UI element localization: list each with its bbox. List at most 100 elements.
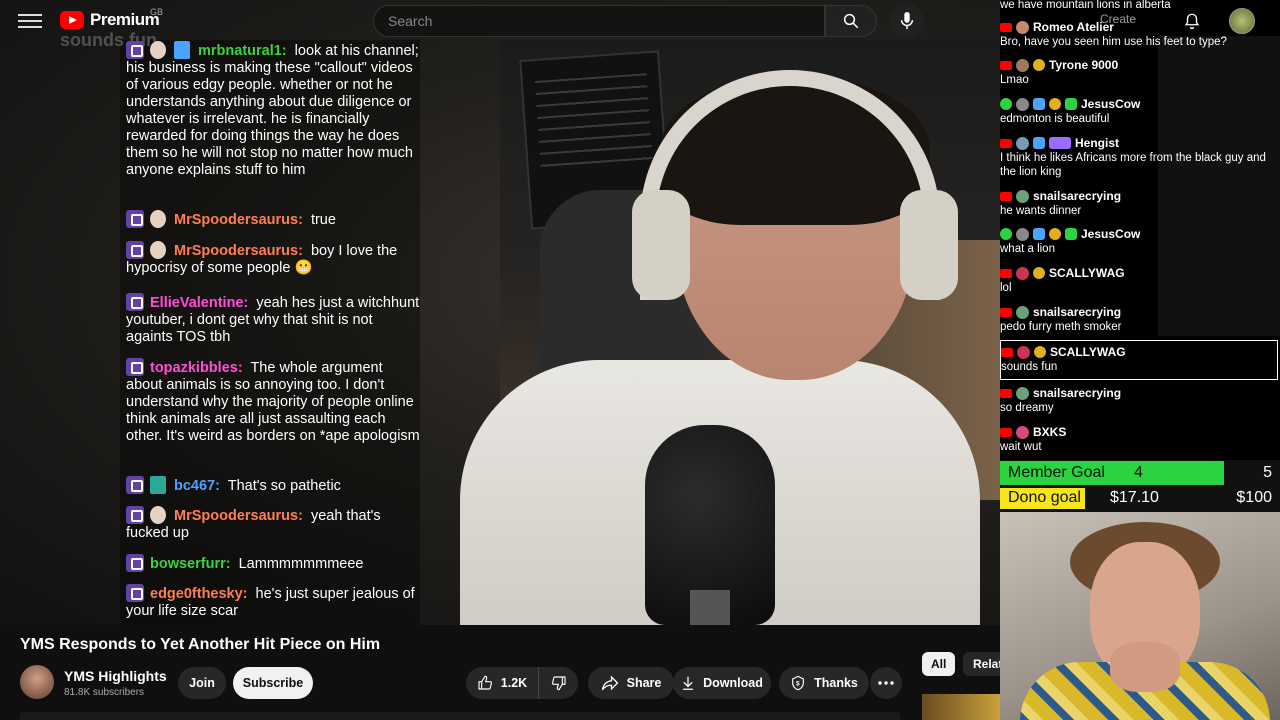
youtube-badge-icon [1000, 268, 1012, 278]
chat-message: JesusCow what a lion [1000, 227, 1141, 255]
twitch-badge-icon [126, 554, 144, 572]
overlay-chat-message: topazkibbles: The whole argument about a… [126, 358, 420, 444]
twitch-badge-icon [126, 476, 144, 494]
chat-message: JesusCow edmonton is beautiful [1000, 97, 1141, 125]
menu-icon[interactable] [18, 10, 42, 32]
avatar [150, 476, 166, 494]
dislike-button[interactable] [538, 667, 578, 699]
channel-name[interactable]: YMS Highlights [64, 668, 167, 684]
search-input[interactable]: Search [373, 5, 825, 37]
share-label: Share [626, 676, 662, 690]
overlay-chat-message: MrSpoodersaurus: boy I love the hypocris… [126, 241, 398, 276]
dono-goal-label: Dono goal [1008, 489, 1081, 506]
sub-badge-icon [1033, 98, 1045, 110]
avatar [150, 210, 166, 228]
chat-message: snailsarecrying pedo furry meth smoker [1000, 305, 1122, 333]
chat-message: Tyrone 9000 Lmao [1000, 58, 1119, 86]
youtube-badge-icon [1000, 388, 1012, 398]
avatar [1016, 227, 1029, 241]
thumbs-up-icon [478, 675, 492, 690]
member-badge-icon [1034, 346, 1046, 358]
avatar [150, 241, 166, 259]
member-goal-current: 4 [1134, 464, 1143, 481]
country-code: GB [150, 7, 164, 17]
chat-message: Hengist I think he likes Africans more f… [1000, 136, 1266, 178]
twitch-badge-icon [126, 241, 144, 259]
subscriber-count: 81.8K subscribers [64, 687, 145, 698]
search-button[interactable] [825, 5, 877, 37]
avatar [1016, 266, 1029, 280]
youtube-badge-icon [1000, 427, 1012, 437]
video-title: YMS Responds to Yet Another Hit Piece on… [20, 636, 381, 653]
chat-message: BXKS wait wut [1000, 425, 1067, 453]
youtube-badge-icon [1000, 60, 1012, 70]
headphone-ear-right [900, 190, 958, 300]
chat-message: snailsarecrying he wants dinner [1000, 189, 1122, 217]
more-horiz-icon [878, 681, 894, 685]
avatar [1016, 305, 1029, 319]
crown-badge-icon [174, 41, 190, 59]
overlay-chat-message: mrbnatural1: look at his channel; his bu… [126, 41, 419, 178]
video-player[interactable]: sounds fun mrbnatural1: look at his chan… [0, 0, 1000, 625]
wrench-badge-icon [1033, 137, 1045, 149]
webcam-hand [1110, 642, 1180, 692]
star-badge-icon [1065, 228, 1077, 240]
webcam-overlay [1000, 512, 1280, 720]
like-count: 1.2K [500, 676, 528, 690]
verified-badge-icon [1000, 98, 1012, 110]
thanks-icon: $ [792, 675, 805, 691]
dono-goal-target: $100 [1236, 489, 1272, 506]
headphone-ear-left [632, 190, 690, 300]
recommended-thumbnail[interactable] [922, 694, 1000, 720]
verified-badge-icon [1000, 228, 1012, 240]
chat-message: snailsarecrying so dreamy [1000, 386, 1122, 414]
voice-search-button[interactable] [890, 4, 924, 38]
tab-all[interactable]: All [922, 652, 956, 676]
avatar [1017, 345, 1030, 359]
download-label: Download [703, 676, 763, 690]
dono-goal-current: $17.10 [1110, 489, 1159, 506]
like-button[interactable]: 1.2K [466, 667, 538, 699]
twitch-badge-icon [126, 293, 144, 311]
download-button[interactable]: Download [673, 667, 771, 699]
overlay-chat-message: EllieValentine: yeah hes just a witchhun… [126, 293, 420, 345]
member-goal-target: 5 [1263, 464, 1272, 481]
member-goal-bar: Member Goal 4 5 [1000, 461, 1280, 485]
avatar [1016, 386, 1029, 400]
channel-avatar[interactable] [20, 665, 54, 699]
thumbs-down-icon [551, 676, 566, 691]
avatar [1016, 136, 1029, 150]
download-icon [683, 676, 694, 690]
sub-badge-icon [1049, 137, 1071, 149]
avatar [1016, 425, 1029, 439]
youtube-badge-icon [1000, 22, 1012, 32]
chat-message: SCALLYWAG lol [1000, 266, 1125, 294]
avatar [150, 506, 166, 524]
twitch-badge-icon [126, 358, 144, 376]
tab-related[interactable]: Related [963, 652, 1000, 676]
subscribe-button[interactable]: Subscribe [233, 667, 313, 699]
chat-message: we have mountain lions in alberta [1000, 0, 1171, 11]
twitch-badge-icon [126, 506, 144, 524]
youtube-logo[interactable]: Premium [60, 10, 160, 30]
overlay-chat-message: bowserfurr: Lammmmmmmeee [126, 554, 421, 573]
overlay-chat-message: bc467: That's so pathetic [126, 476, 421, 495]
microphone-icon [900, 12, 914, 30]
microphone-stand [690, 590, 730, 625]
twitch-badge-icon [126, 584, 144, 602]
avatar [1016, 20, 1029, 34]
avatar [150, 41, 166, 59]
member-badge-icon [1033, 59, 1045, 71]
search-icon [843, 13, 859, 29]
share-button[interactable]: Share [588, 667, 674, 699]
youtube-badge-icon [1001, 347, 1013, 357]
avatar [1016, 58, 1029, 72]
thanks-label: Thanks [814, 676, 858, 690]
share-icon [601, 675, 619, 691]
more-actions-button[interactable] [870, 667, 902, 699]
join-button[interactable]: Join [178, 667, 226, 699]
member-badge-icon [1049, 98, 1061, 110]
chat-message-highlighted[interactable]: SCALLYWAG sounds fun [1000, 340, 1278, 380]
thanks-button[interactable]: $ Thanks [779, 667, 869, 699]
youtube-badge-icon [1000, 138, 1012, 148]
